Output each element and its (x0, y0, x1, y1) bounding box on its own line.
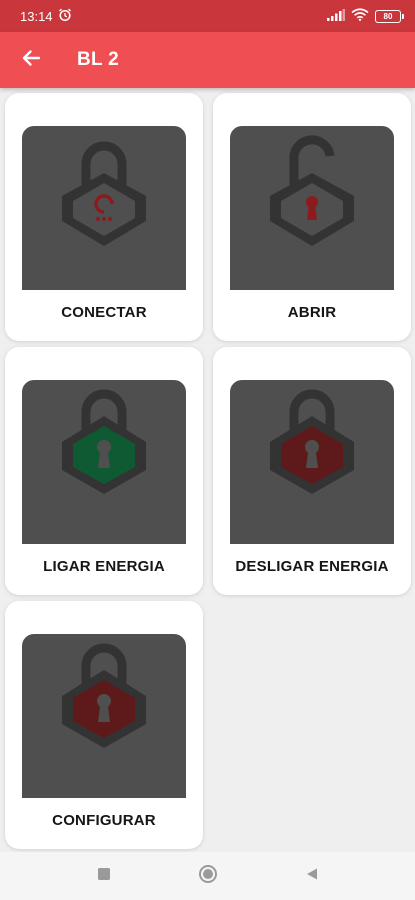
power-on-lock-icon (62, 389, 146, 494)
open-lock-icon (270, 135, 354, 246)
power-off-label: DESLIGAR ENERGIA (235, 557, 389, 575)
configure-card[interactable]: CONFIGURAR (5, 601, 203, 849)
connect-lock-icon (62, 141, 146, 246)
connect-tile (22, 126, 186, 290)
configure-tile (22, 634, 186, 798)
triangle-back-icon (305, 867, 319, 886)
wifi-icon (351, 8, 369, 24)
back-nav-button[interactable] (300, 864, 324, 888)
power-on-tile (22, 380, 186, 544)
power-off-tile (230, 380, 394, 544)
connect-label: CONECTAR (61, 303, 147, 321)
alarm-icon (58, 8, 72, 25)
open-tile (230, 126, 394, 290)
square-icon (97, 867, 111, 886)
power-off-card[interactable]: DESLIGAR ENERGIA (213, 347, 411, 595)
configure-lock-icon (62, 643, 146, 748)
configure-label: CONFIGURAR (52, 811, 156, 829)
status-time: 13:14 (20, 8, 53, 24)
signal-icon (327, 8, 345, 24)
home-button[interactable] (196, 864, 220, 888)
power-on-label: LIGAR ENERGIA (43, 557, 165, 575)
system-nav-bar (0, 852, 415, 900)
power-on-card[interactable]: LIGAR ENERGIA (5, 347, 203, 595)
page-title: BL 2 (77, 49, 120, 70)
battery-icon: 80 (375, 9, 404, 23)
status-right: 80 (327, 8, 404, 24)
app-bar: BL 2 (0, 32, 415, 88)
open-card[interactable]: ABRIR (213, 93, 411, 341)
open-label: ABRIR (287, 303, 337, 321)
back-arrow-icon (21, 48, 41, 73)
back-button[interactable] (3, 32, 59, 88)
status-bar: 13:14 80 (0, 0, 415, 32)
power-off-lock-icon (270, 389, 354, 494)
recents-button[interactable] (92, 864, 116, 888)
connect-card[interactable]: CONECTAR (5, 93, 203, 341)
status-left: 13:14 (20, 8, 72, 25)
circle-icon (198, 864, 218, 889)
